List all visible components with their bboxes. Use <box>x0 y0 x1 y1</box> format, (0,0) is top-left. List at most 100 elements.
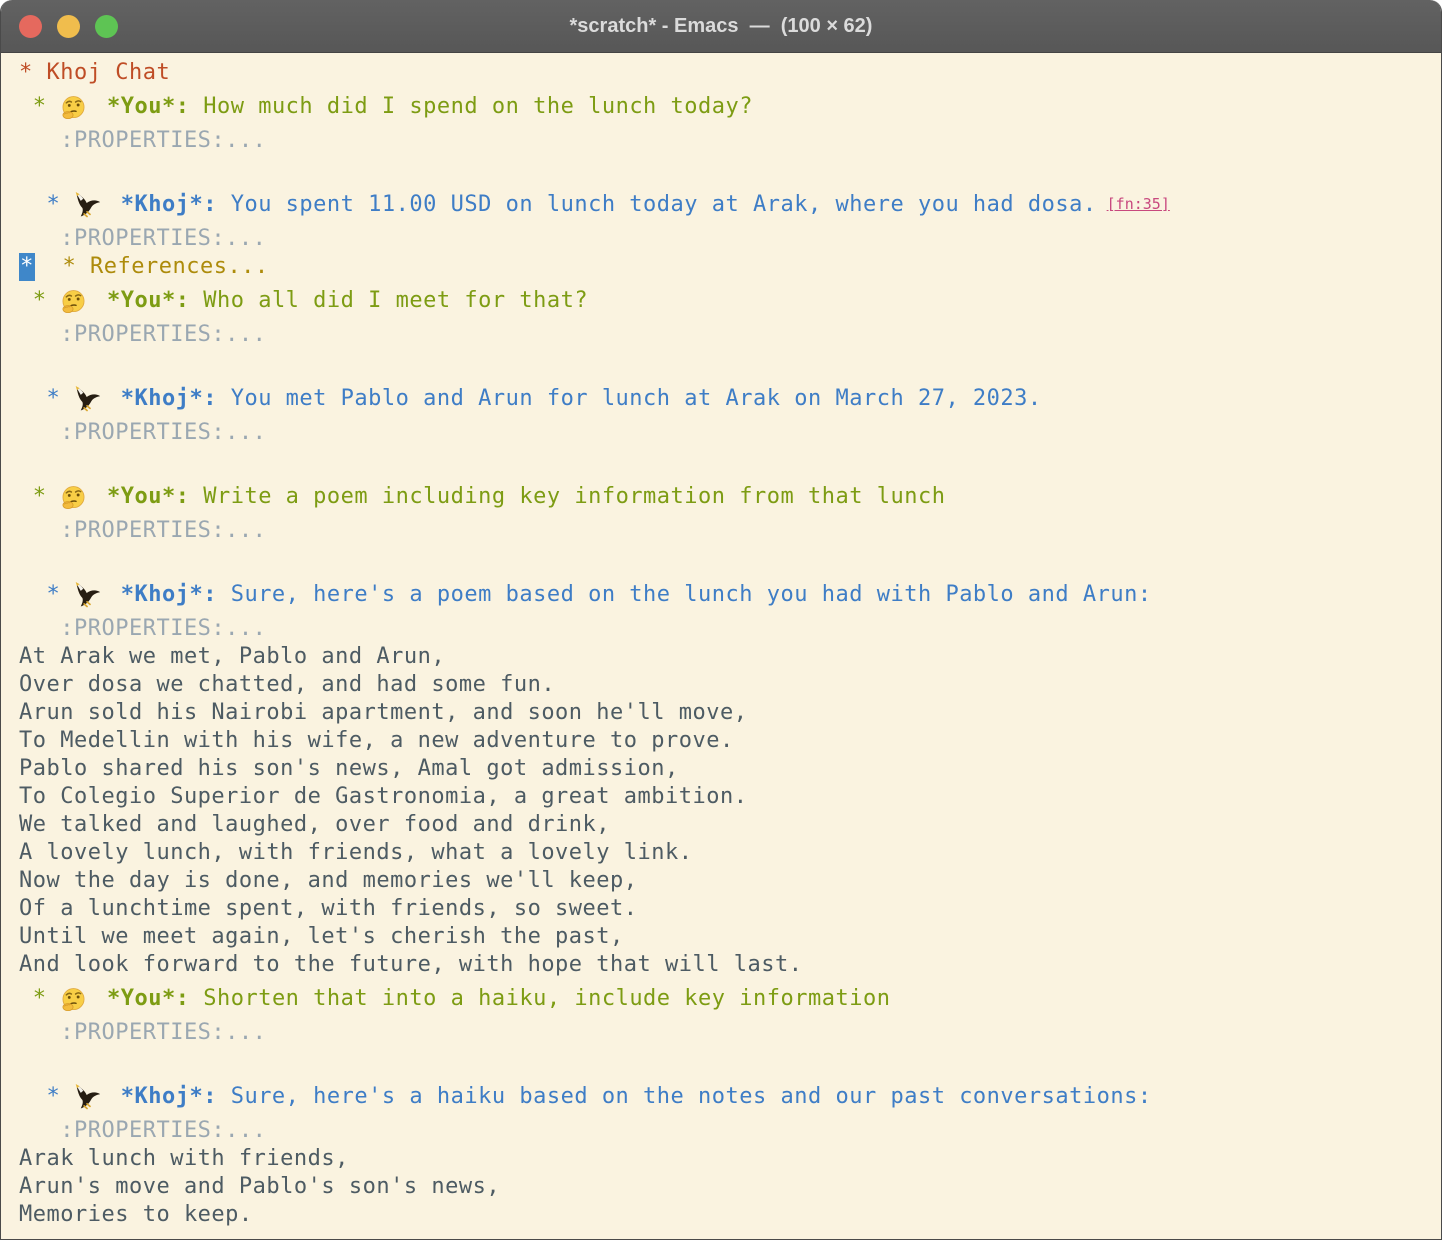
text-segment: Arun's move and Pablo's son's news, <box>19 1174 500 1199</box>
text-segment: Arak lunch with friends, <box>19 1146 349 1171</box>
poem-line: A lovely lunch, with friends, what a lov… <box>19 839 1437 867</box>
text-cursor: * <box>19 253 35 281</box>
buffer-line <box>19 545 1437 575</box>
text-segment: * <box>19 483 60 511</box>
text-segment: A lovely lunch, with friends, what a lov… <box>19 840 693 865</box>
text-segment: * <box>19 93 60 121</box>
khoj-message-2: * *Khoj*: You met Pablo and Arun for lun… <box>19 379 1437 419</box>
text-segment: Over dosa we chatted, and had some fun. <box>19 672 555 697</box>
minimize-button[interactable] <box>57 15 80 38</box>
khoj-speaker-label: *Khoj*: <box>107 1083 217 1111</box>
properties-line: :PROPERTIES:... <box>19 225 1437 253</box>
poem-line: Now the day is done, and memories we'll … <box>19 867 1437 895</box>
text-segment: * <box>19 1083 74 1111</box>
text-segment: * <box>19 191 74 219</box>
you-speaker-label: *You*: <box>93 985 189 1013</box>
title-bar[interactable]: *scratch* - Emacs — (100 × 62) <box>1 0 1441 53</box>
khoj-chat-heading: * Khoj Chat <box>19 59 1437 87</box>
text-segment: Of a lunchtime spent, with friends, so s… <box>19 896 638 921</box>
you-message-text: Who all did I meet for that? <box>189 287 588 315</box>
you-message-3: * *You*: Write a poem including key info… <box>19 477 1437 517</box>
khoj-message-text: You spent 11.00 USD on lunch today at Ar… <box>217 191 1097 219</box>
buffer-line <box>19 349 1437 379</box>
text-segment: Pablo shared his son's news, Amal got ad… <box>19 756 679 781</box>
close-button[interactable] <box>19 15 42 38</box>
you-message-1: * *You*: How much did I spend on the lun… <box>19 87 1437 127</box>
thinking-emoji-icon <box>60 287 93 315</box>
poem-line: Arun sold his Nairobi apartment, and soo… <box>19 699 1437 727</box>
text-segment: * <box>19 581 74 609</box>
properties-drawer[interactable]: :PROPERTIES:... <box>19 420 266 445</box>
khoj-speaker-label: *Khoj*: <box>107 581 217 609</box>
khoj-message-4: * *Khoj*: Sure, here's a haiku based on … <box>19 1077 1437 1117</box>
text-segment: Memories to keep. <box>19 1202 253 1227</box>
thinking-emoji-icon <box>60 985 93 1013</box>
haiku-line: Memories to keep. <box>19 1201 1437 1229</box>
poem-line: Of a lunchtime spent, with friends, so s… <box>19 895 1437 923</box>
you-speaker-label: *You*: <box>93 287 189 315</box>
haiku-line: Arun's move and Pablo's son's news, <box>19 1173 1437 1201</box>
text-segment: We talked and laughed, over food and dri… <box>19 812 610 837</box>
properties-drawer[interactable]: :PROPERTIES:... <box>19 1118 266 1143</box>
khoj-speaker-label: *Khoj*: <box>107 385 217 413</box>
text-segment: At Arak we met, Pablo and Arun, <box>19 644 445 669</box>
khoj-message-text: You met Pablo and Arun for lunch at Arak… <box>217 385 1042 413</box>
text-segment: And look forward to the future, with hop… <box>19 952 802 977</box>
text-segment: * <box>19 287 60 315</box>
traffic-lights <box>19 0 118 52</box>
properties-line: :PROPERTIES:... <box>19 1019 1437 1047</box>
text-segment: * <box>19 985 60 1013</box>
eagle-emoji-icon <box>74 385 107 413</box>
zoom-button[interactable] <box>95 15 118 38</box>
properties-drawer[interactable]: :PROPERTIES:... <box>19 518 266 543</box>
emacs-window: *scratch* - Emacs — (100 × 62) * Khoj Ch… <box>0 0 1442 1240</box>
buffer-line <box>19 155 1437 185</box>
text-segment: To Colegio Superior de Gastronomia, a gr… <box>19 784 748 809</box>
properties-line: :PROPERTIES:... <box>19 1117 1437 1145</box>
properties-line: :PROPERTIES:... <box>19 615 1437 643</box>
khoj-speaker-label: *Khoj*: <box>107 191 217 219</box>
buffer[interactable]: * Khoj Chat * *You*: How much did I spen… <box>1 53 1441 1239</box>
text-segment: Now the day is done, and memories we'll … <box>19 868 638 893</box>
poem-line: To Colegio Superior de Gastronomia, a gr… <box>19 783 1437 811</box>
properties-drawer[interactable]: :PROPERTIES:... <box>19 322 266 347</box>
properties-drawer[interactable]: :PROPERTIES:... <box>19 1020 266 1045</box>
poem-line: Over dosa we chatted, and had some fun. <box>19 671 1437 699</box>
properties-drawer[interactable]: :PROPERTIES:... <box>19 616 266 641</box>
window-title: *scratch* - Emacs — (100 × 62) <box>570 15 873 38</box>
buffer-line <box>19 447 1437 477</box>
eagle-emoji-icon <box>74 191 107 219</box>
khoj-message-text: Sure, here's a haiku based on the notes … <box>217 1083 1152 1111</box>
properties-line: :PROPERTIES:... <box>19 517 1437 545</box>
references-line: * * References... <box>19 253 1437 281</box>
poem-line: To Medellin with his wife, a new adventu… <box>19 727 1437 755</box>
khoj-message-1: * *Khoj*: You spent 11.00 USD on lunch t… <box>19 185 1437 225</box>
khoj-chat-title: * Khoj Chat <box>19 60 170 85</box>
eagle-emoji-icon <box>74 1083 107 1111</box>
footnote-link[interactable]: [fn:35] <box>1107 190 1170 218</box>
poem-line: Pablo shared his son's news, Amal got ad… <box>19 755 1437 783</box>
text-segment: Arun sold his Nairobi apartment, and soo… <box>19 700 748 725</box>
you-message-text: How much did I spend on the lunch today? <box>189 93 753 121</box>
haiku-line: Arak lunch with friends, <box>19 1145 1437 1173</box>
poem-line: Until we meet again, let's cherish the p… <box>19 923 1437 951</box>
you-message-4: * *You*: Shorten that into a haiku, incl… <box>19 979 1437 1019</box>
poem-line: At Arak we met, Pablo and Arun, <box>19 643 1437 671</box>
you-speaker-label: *You*: <box>93 93 189 121</box>
properties-line: :PROPERTIES:... <box>19 321 1437 349</box>
you-message-2: * *You*: Who all did I meet for that? <box>19 281 1437 321</box>
text-segment <box>35 254 63 279</box>
properties-line: :PROPERTIES:... <box>19 419 1437 447</box>
text-segment: * <box>19 385 74 413</box>
poem-line: We talked and laughed, over food and dri… <box>19 811 1437 839</box>
khoj-message-3: * *Khoj*: Sure, here's a poem based on t… <box>19 575 1437 615</box>
properties-drawer[interactable]: :PROPERTIES:... <box>19 128 266 153</box>
buffer-line <box>19 1047 1437 1077</box>
properties-drawer[interactable]: :PROPERTIES:... <box>19 226 266 251</box>
thinking-emoji-icon <box>60 93 93 121</box>
you-message-text: Shorten that into a haiku, include key i… <box>189 985 890 1013</box>
thinking-emoji-icon <box>60 483 93 511</box>
text-segment: To Medellin with his wife, a new adventu… <box>19 728 734 753</box>
references-heading[interactable]: * References... <box>63 254 269 279</box>
poem-line: And look forward to the future, with hop… <box>19 951 1437 979</box>
